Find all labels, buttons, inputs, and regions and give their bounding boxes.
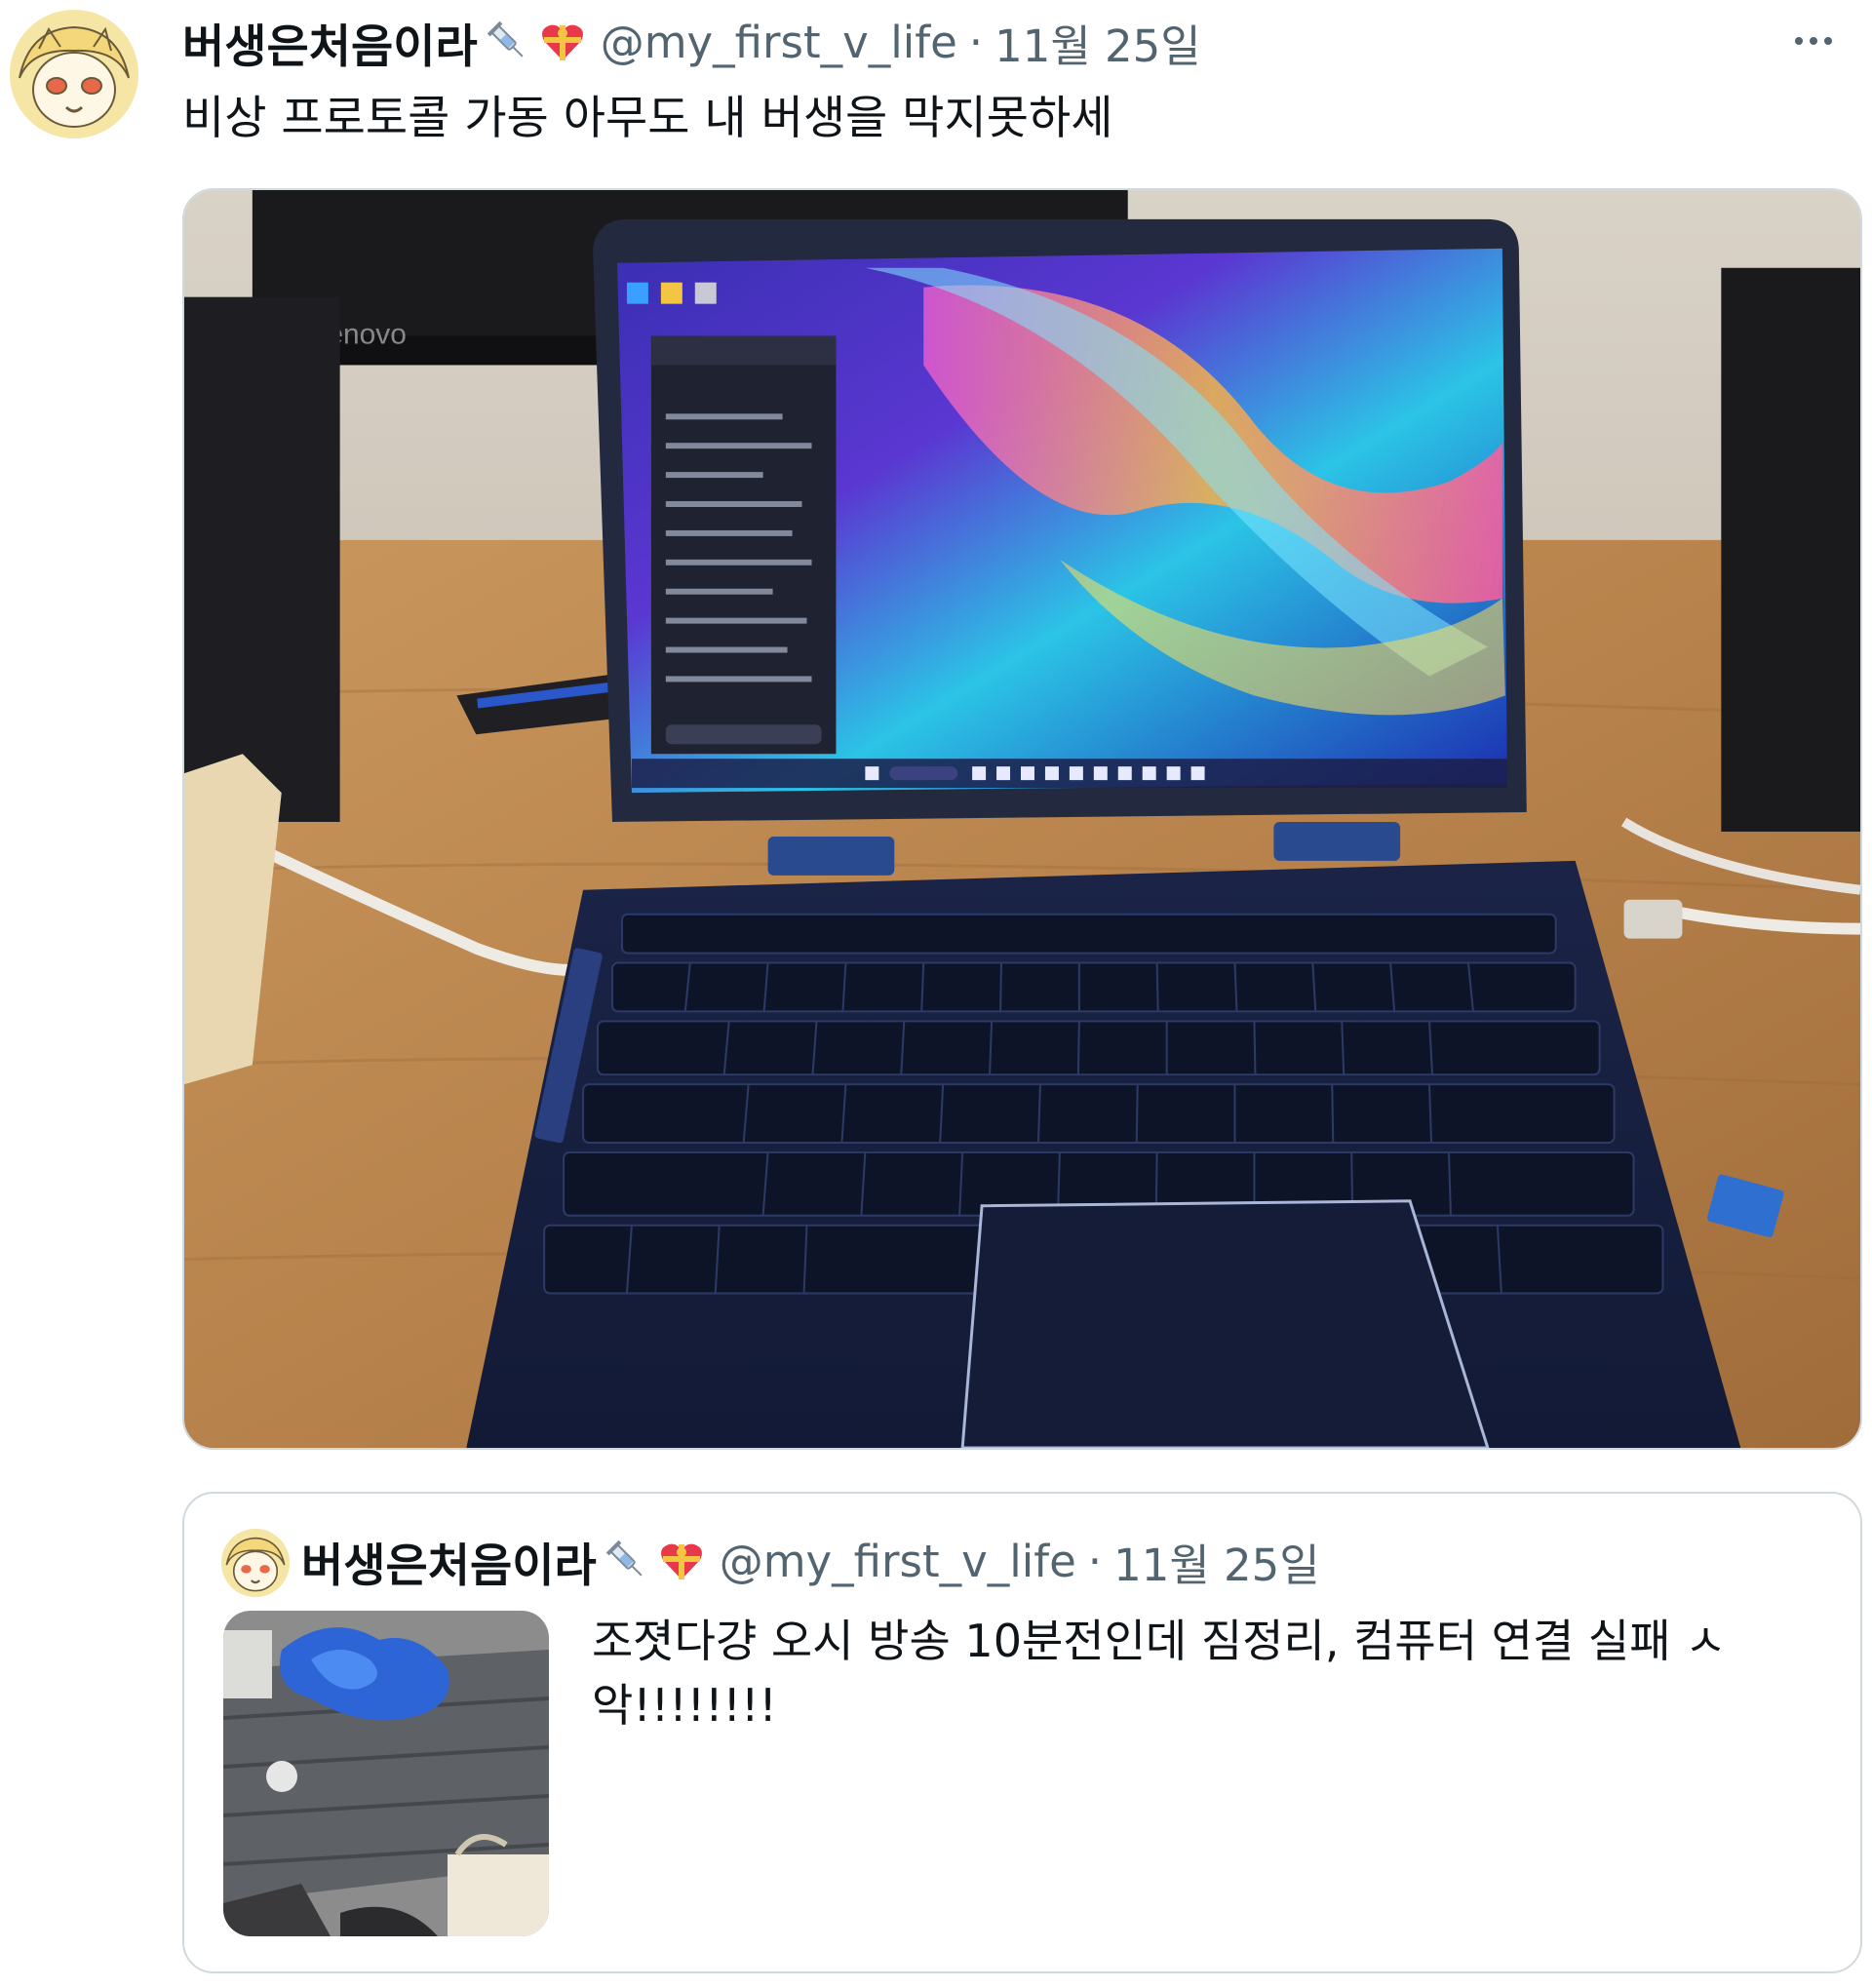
- syringe-emoji-icon: [484, 18, 532, 66]
- separator-dot: ·: [968, 16, 984, 68]
- quoted-author-display-name: 버생은처음이라: [301, 1539, 597, 1593]
- heart-with-ribbon-icon: [657, 1537, 706, 1585]
- tweet-photo[interactable]: Lenovo: [182, 188, 1862, 1450]
- tweet-text: 비상 프로토콜 가동 아무도 내 버생을 막지못하세: [182, 92, 1113, 145]
- quoted-author-avatar: [221, 1529, 290, 1597]
- author-avatar[interactable]: [10, 10, 138, 138]
- syringe-emoji-icon: [603, 1537, 651, 1585]
- author-display-name[interactable]: 버생은처음이라: [182, 9, 478, 76]
- quoted-author-handle: @my_first_v_life: [719, 1535, 1076, 1587]
- separator-dot: ·: [1087, 1535, 1103, 1587]
- quoted-tweet-card[interactable]: 버생은처음이라 @my_first_v_life · 11월 25일 조졋다걍 …: [182, 1492, 1862, 1973]
- heart-with-ribbon-icon: [538, 18, 587, 66]
- tweet-header: 버생은처음이라 @my_first_v_life · 11월 25일: [182, 10, 1872, 74]
- tweet-date[interactable]: 11월 25일: [994, 11, 1201, 74]
- quoted-tweet-date: 11월 25일: [1113, 1539, 1320, 1591]
- author-handle[interactable]: @my_first_v_life: [601, 17, 957, 68]
- quoted-tweet-text: 조졋다걍 오시 방송 10분전인데 짐정리, 컴퓨터 연결 실패 ㅅ악!!!!!…: [592, 1615, 1727, 1732]
- quoted-tweet-header: 버생은처음이라 @my_first_v_life · 11월 25일: [301, 1527, 1320, 1595]
- quoted-tweet-photo[interactable]: [223, 1611, 549, 1936]
- more-options-icon[interactable]: [1784, 19, 1843, 62]
